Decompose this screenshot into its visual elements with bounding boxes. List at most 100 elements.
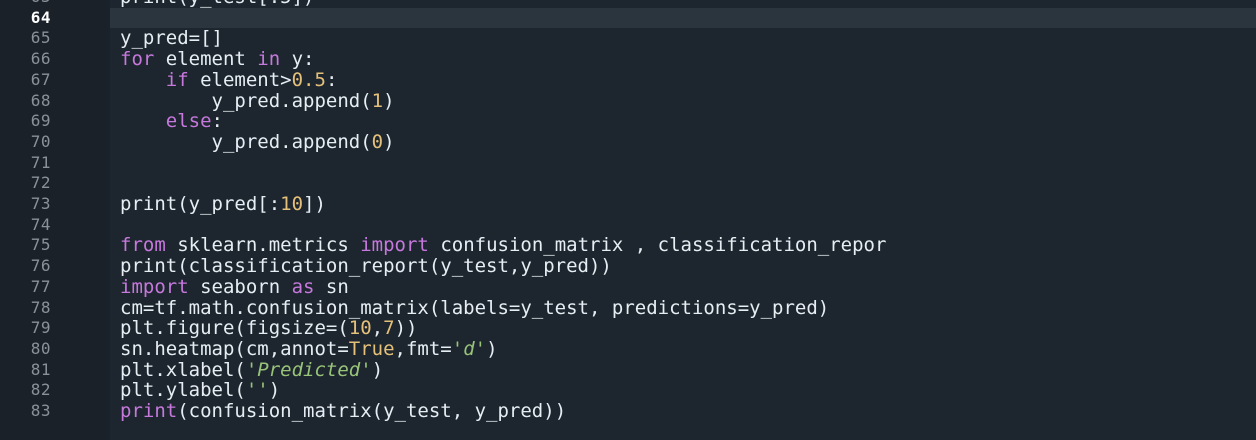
line-number: 67 bbox=[30, 69, 51, 89]
code-token: y_pred.append( bbox=[120, 130, 372, 153]
code-token: y_pred=[] bbox=[120, 27, 223, 50]
code-token: from bbox=[120, 234, 166, 257]
code-line[interactable]: 69 else: bbox=[0, 111, 1256, 132]
code-token: sn bbox=[314, 275, 349, 298]
code-token: if bbox=[165, 68, 189, 91]
code-token: ) bbox=[383, 89, 395, 112]
code-line-text[interactable]: else: bbox=[110, 111, 1256, 132]
code-token: cm=tf.math.confusion_matrix(labels=y_tes… bbox=[120, 296, 830, 319]
code-line-text[interactable]: for element in y: bbox=[110, 49, 1256, 70]
code-token: for bbox=[120, 48, 155, 71]
code-line[interactable]: 68 y_pred.append(1) bbox=[0, 89, 1256, 112]
line-number: 72 bbox=[30, 173, 51, 193]
code-token: ]) bbox=[303, 193, 326, 215]
code-line-text[interactable]: y_pred.append(1) bbox=[110, 89, 1256, 112]
code-line[interactable]: 75 from sklearn.metrics import confusion_… bbox=[0, 235, 1256, 256]
code-token: 'Predicted' bbox=[245, 358, 372, 381]
code-token: 'd' bbox=[451, 337, 487, 360]
code-line-text[interactable] bbox=[110, 7, 1256, 29]
code-token: : bbox=[211, 110, 223, 133]
code-line-text[interactable]: print(y_pred[:10]) bbox=[110, 194, 1256, 215]
line-number: 74 bbox=[30, 214, 51, 234]
code-token: 10 bbox=[348, 317, 372, 340]
line-number: 81 bbox=[30, 359, 51, 379]
code-token: True bbox=[348, 337, 395, 360]
line-number: 77 bbox=[30, 276, 51, 296]
code-token: plt.xlabel( bbox=[120, 358, 246, 381]
code-line[interactable]: 65 y_pred=[] bbox=[0, 28, 1256, 49]
code-line[interactable]: 79 plt.figure(figsize=(10,7)) bbox=[0, 318, 1256, 339]
line-number: 79 bbox=[30, 318, 51, 338]
code-token: import bbox=[360, 234, 429, 257]
line-number: 83 bbox=[30, 401, 51, 420]
code-line-text[interactable]: import seaborn as sn bbox=[110, 275, 1256, 298]
code-line[interactable]: 64 bbox=[0, 7, 1256, 29]
code-line[interactable]: 63 print(y_test[:5]) bbox=[0, 0, 1256, 8]
line-number: 78 bbox=[30, 297, 51, 317]
line-number: 63 bbox=[0, 0, 51, 8]
code-line[interactable]: 76 print(classification_report(y_test,y_p… bbox=[0, 256, 1256, 277]
code-token: y: bbox=[280, 48, 315, 71]
code-line[interactable]: 67 if element>0.5: bbox=[0, 68, 1256, 91]
line-number: 80 bbox=[30, 338, 51, 358]
code-line-text[interactable]: plt.xlabel('Predicted') bbox=[110, 358, 1256, 381]
code-line-text[interactable]: print(y_test[:5]) bbox=[110, 0, 1256, 8]
code-line[interactable]: 66 for element in y: bbox=[0, 49, 1256, 70]
code-token: ,fmt= bbox=[394, 337, 452, 360]
code-token: in bbox=[257, 48, 281, 71]
code-token: 10 bbox=[280, 193, 304, 215]
code-line[interactable]: 77 import seaborn as sn bbox=[0, 275, 1256, 298]
code-line-text[interactable]: from sklearn.metrics import confusion_ma… bbox=[110, 235, 1256, 256]
code-token: 7 bbox=[383, 317, 395, 340]
code-token: seaborn bbox=[188, 275, 292, 298]
code-token: 0.5 bbox=[291, 68, 326, 91]
code-line-text[interactable] bbox=[110, 215, 1256, 236]
code-token: 0 bbox=[371, 130, 384, 153]
code-line-text[interactable]: y_pred=[] bbox=[110, 28, 1256, 49]
code-line[interactable]: 78 cm=tf.math.confusion_matrix(labels=y_t… bbox=[0, 296, 1256, 319]
code-line[interactable]: 81 plt.xlabel('Predicted') bbox=[0, 358, 1256, 381]
code-line-text[interactable] bbox=[110, 153, 1256, 174]
line-number: 68 bbox=[30, 90, 51, 110]
code-line[interactable]: 83 print(confusion_matrix(y_test, y_pred)… bbox=[0, 401, 1256, 422]
code-token: element> bbox=[188, 68, 292, 91]
code-line-text[interactable]: print(classification_report(y_test,y_pre… bbox=[110, 256, 1256, 277]
code-line[interactable]: 80 sn.heatmap(cm,annot=True,fmt='d') bbox=[0, 339, 1256, 360]
code-line-text[interactable]: sn.heatmap(cm,annot=True,fmt='d') bbox=[110, 339, 1256, 360]
code-token: plt.ylabel( bbox=[120, 379, 246, 402]
code-line[interactable]: 73 print(y_pred[:10]) bbox=[0, 194, 1256, 215]
code-line-text[interactable]: if element>0.5: bbox=[110, 68, 1256, 91]
line-number: 73 bbox=[30, 194, 51, 213]
code-line-text[interactable]: plt.ylabel('') bbox=[110, 380, 1256, 401]
code-line[interactable]: 72 bbox=[0, 173, 1256, 194]
code-token: '' bbox=[245, 379, 269, 402]
line-number: 69 bbox=[30, 111, 51, 131]
code-line-text[interactable]: y_pred.append(0) bbox=[110, 132, 1256, 153]
code-line-text[interactable]: plt.figure(figsize=(10,7)) bbox=[110, 318, 1256, 339]
code-token: as bbox=[291, 275, 315, 298]
code-line[interactable]: 82 plt.ylabel('') bbox=[0, 380, 1256, 401]
line-number: 66 bbox=[30, 49, 51, 69]
code-token: plt.figure(figsize=( bbox=[120, 317, 349, 340]
code-token: import bbox=[120, 275, 189, 298]
code-line[interactable]: 74 bbox=[0, 215, 1256, 236]
line-number: 76 bbox=[30, 256, 51, 276]
code-token: confusion_matrix , classification_repor bbox=[428, 234, 887, 257]
code-line[interactable]: 70 y_pred.append(0) bbox=[0, 132, 1256, 153]
code-token: ) bbox=[371, 358, 384, 381]
code-token: (confusion_matrix(y_test, y_pred)) bbox=[177, 400, 567, 422]
code-line-text[interactable] bbox=[110, 173, 1256, 194]
code-line-text[interactable]: cm=tf.math.confusion_matrix(labels=y_tes… bbox=[110, 296, 1256, 319]
line-number: 64 bbox=[30, 7, 51, 27]
code-token: print(classification_report(y_test,y_pre… bbox=[120, 255, 612, 278]
code-token: , bbox=[371, 317, 384, 340]
code-token: sn.heatmap(cm,annot= bbox=[120, 337, 349, 360]
code-token: ) bbox=[268, 379, 281, 402]
code-editor[interactable]: 63 print(y_test[:5]) 6465 y_pred=[] 66 for el… bbox=[0, 0, 1256, 440]
line-number: 65 bbox=[30, 28, 51, 48]
code-line-text[interactable]: print(confusion_matrix(y_test, y_pred)) bbox=[110, 401, 1256, 422]
line-number: 71 bbox=[30, 152, 51, 172]
code-token: print bbox=[120, 400, 178, 422]
code-line[interactable]: 71 bbox=[0, 153, 1256, 174]
